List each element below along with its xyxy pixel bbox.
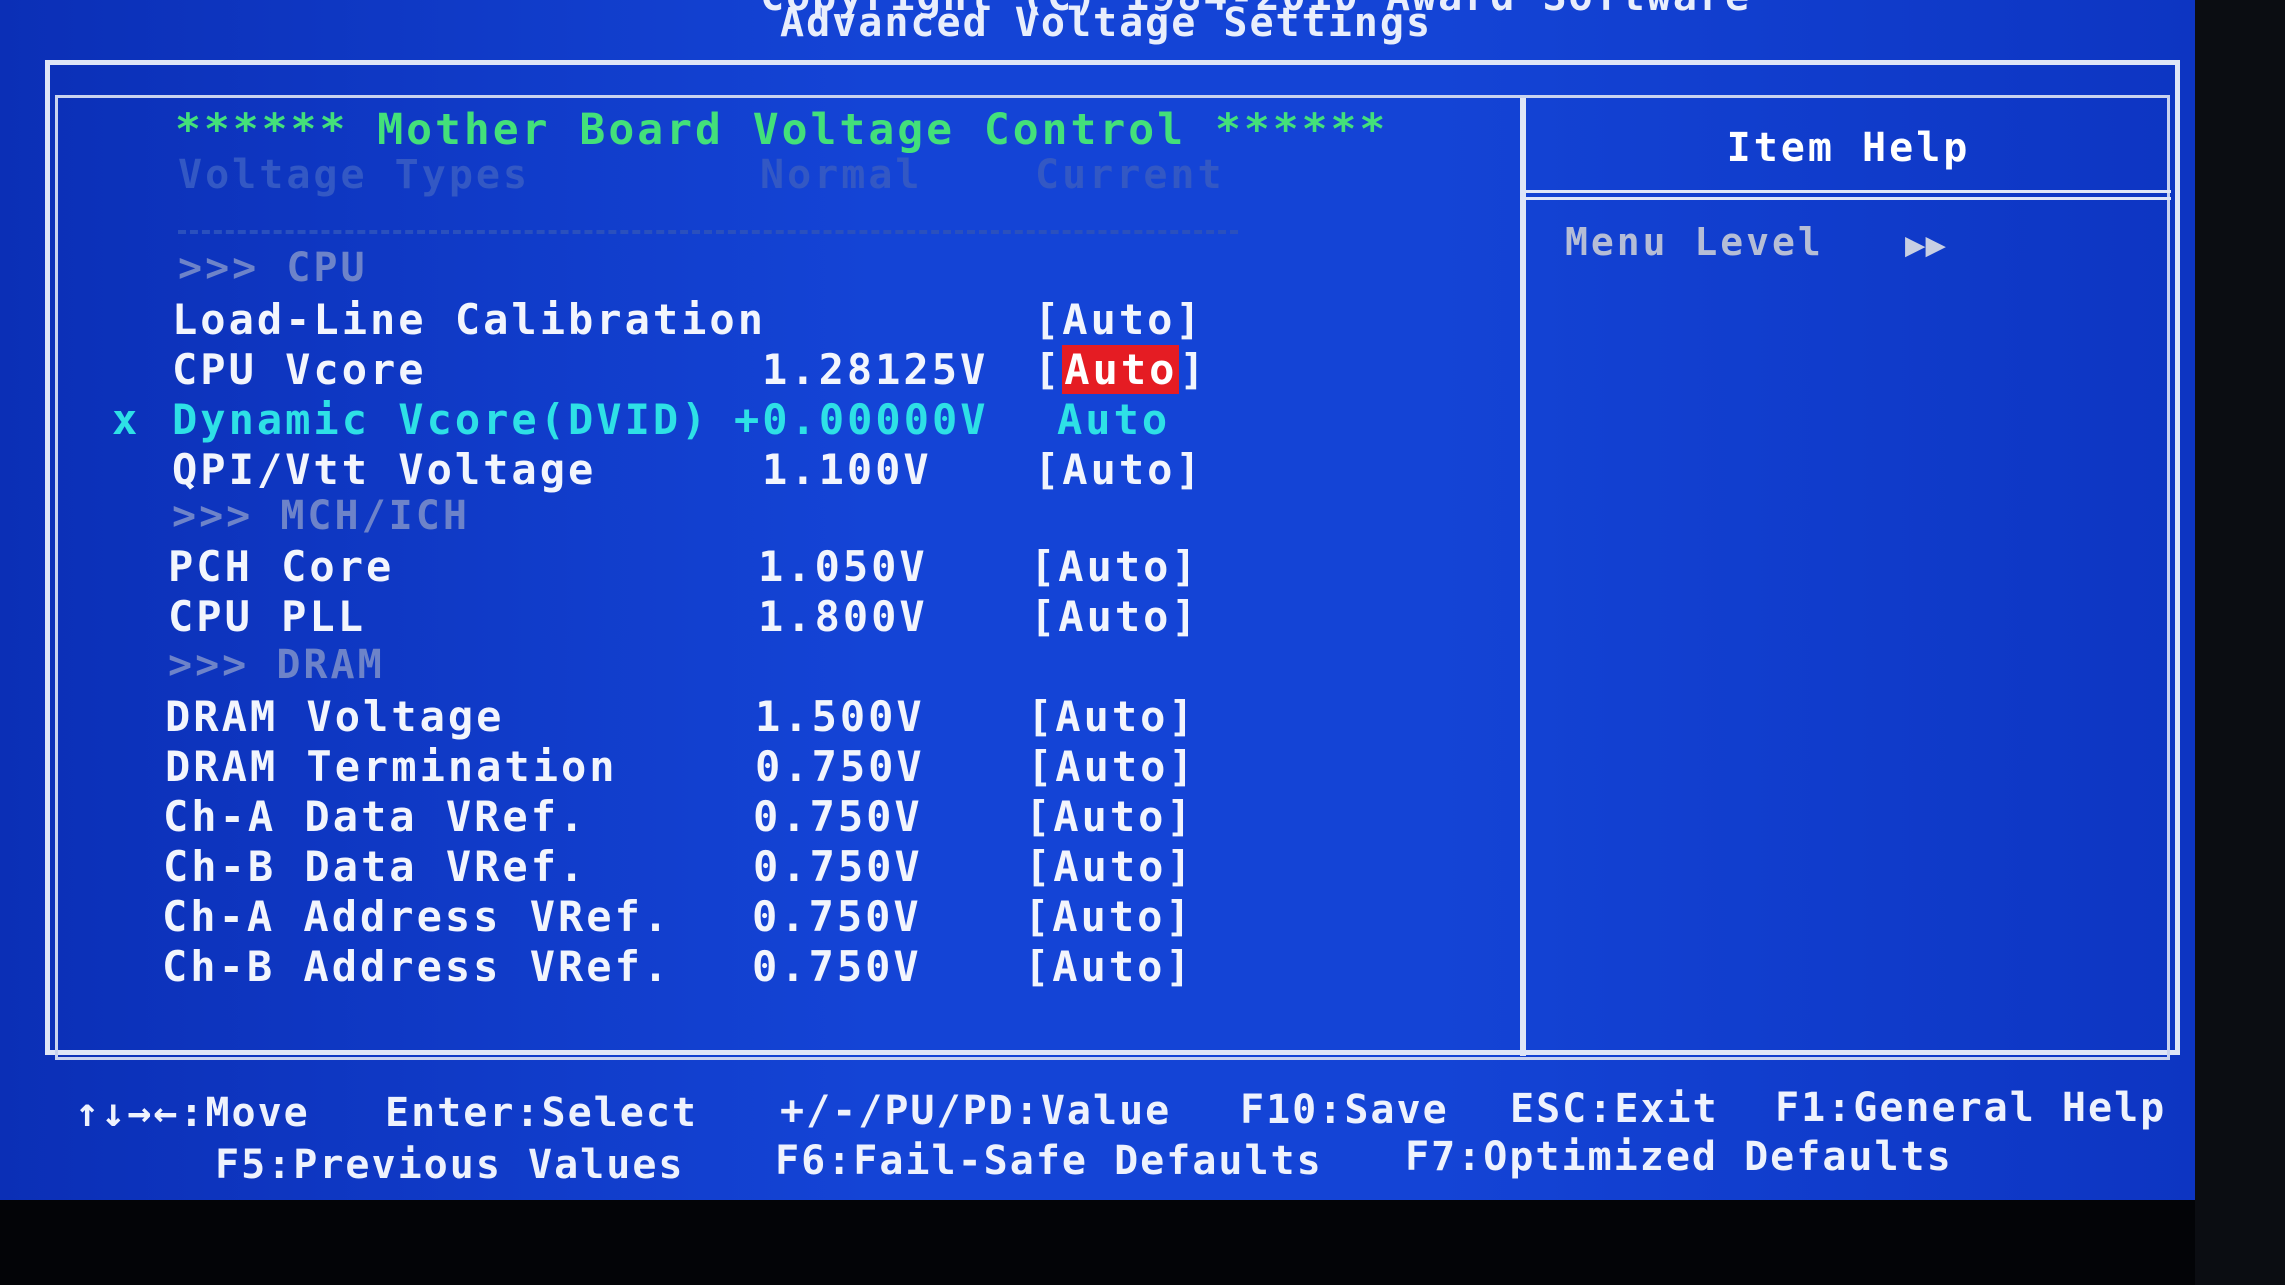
setting-label: Dynamic Vcore(DVID) bbox=[172, 395, 710, 444]
selected-value-highlight[interactable]: Auto bbox=[1062, 345, 1180, 394]
setting-normal: 1.050V bbox=[758, 542, 928, 591]
monitor-bezel-right bbox=[2195, 0, 2285, 1285]
monitor-bezel-bottom bbox=[0, 1200, 2285, 1285]
setting-normal: +0.00000V bbox=[734, 395, 989, 444]
setting-normal: 0.750V bbox=[755, 742, 925, 791]
setting-label: CPU Vcore bbox=[172, 345, 427, 394]
setting-label: Ch-A Data VRef. bbox=[163, 792, 588, 841]
setting-label: Load-Line Calibration bbox=[172, 295, 767, 344]
setting-label: Ch-A Address VRef. bbox=[162, 892, 672, 941]
footer-value: +/-/PU/PD:Value bbox=[780, 1088, 1172, 1134]
setting-label: DRAM Termination bbox=[165, 742, 618, 791]
header-separator bbox=[178, 230, 1238, 234]
header-normal: Normal bbox=[760, 152, 923, 198]
menu-level-label: Menu Level bbox=[1565, 220, 1824, 264]
setting-current[interactable]: [Auto] bbox=[1024, 892, 1194, 941]
footer-previous-values: F5:Previous Values bbox=[215, 1142, 685, 1188]
header-current: Current bbox=[1035, 152, 1225, 198]
setting-normal: 0.750V bbox=[752, 942, 922, 991]
setting-current[interactable]: [Auto] bbox=[1034, 295, 1204, 344]
setting-normal: 0.750V bbox=[753, 842, 923, 891]
help-divider bbox=[1520, 98, 1526, 1056]
disabled-x-icon: x bbox=[112, 395, 141, 444]
item-help-title: Item Help bbox=[1726, 125, 1971, 171]
setting-normal: 0.750V bbox=[753, 792, 923, 841]
footer-fail-safe: F6:Fail-Safe Defaults bbox=[775, 1138, 1323, 1184]
setting-current[interactable]: [Auto] bbox=[1024, 942, 1194, 991]
group-dram: >>> DRAM bbox=[168, 642, 385, 688]
footer-optimized: F7:Optimized Defaults bbox=[1405, 1134, 1953, 1180]
bracket-close: ] bbox=[1179, 345, 1208, 394]
setting-current[interactable]: [Auto] bbox=[1027, 742, 1197, 791]
setting-label: Ch-B Data VRef. bbox=[163, 842, 588, 891]
setting-label: PCH Core bbox=[168, 542, 395, 591]
section-title: ****** Mother Board Voltage Control ****… bbox=[175, 105, 1389, 155]
setting-current[interactable]: [Auto] bbox=[1027, 692, 1197, 741]
footer-help: F1:General Help bbox=[1775, 1085, 2167, 1131]
setting-current[interactable]: [Auto] bbox=[1030, 542, 1200, 591]
footer-select: Enter:Select bbox=[385, 1090, 698, 1136]
footer-exit: ESC:Exit bbox=[1510, 1086, 1719, 1132]
setting-current[interactable]: [Auto] bbox=[1025, 792, 1195, 841]
setting-current[interactable]: [Auto] bbox=[1025, 842, 1195, 891]
group-mch-ich: >>> MCH/ICH bbox=[172, 493, 470, 539]
header-voltage-types: Voltage Types bbox=[178, 152, 531, 198]
setting-normal: 1.100V bbox=[762, 445, 932, 494]
setting-normal: 1.500V bbox=[755, 692, 925, 741]
setting-current[interactable]: [Auto] bbox=[1034, 445, 1204, 494]
group-cpu: >>> CPU bbox=[178, 245, 368, 291]
bracket-open: [ bbox=[1034, 345, 1063, 394]
footer-move: ↑↓→←:Move bbox=[75, 1090, 310, 1136]
setting-label: Ch-B Address VRef. bbox=[162, 942, 672, 991]
bios-screen: Copyright (C) 1984-2010 Award Software A… bbox=[0, 0, 2195, 1200]
setting-label: CPU PLL bbox=[168, 592, 367, 641]
setting-current: Auto bbox=[1057, 395, 1171, 444]
setting-label: DRAM Voltage bbox=[165, 692, 505, 741]
footer-save: F10:Save bbox=[1240, 1087, 1449, 1133]
page-title: Advanced Voltage Settings bbox=[780, 0, 1433, 46]
setting-normal: 0.750V bbox=[752, 892, 922, 941]
setting-normal: 1.800V bbox=[758, 592, 928, 641]
menu-level-arrows-icon: ▶▶ bbox=[1905, 225, 1946, 265]
help-separator bbox=[1526, 190, 2171, 200]
setting-normal: 1.28125V bbox=[762, 345, 989, 394]
setting-current[interactable]: [Auto] bbox=[1034, 345, 1208, 394]
setting-current[interactable]: [Auto] bbox=[1030, 592, 1200, 641]
setting-label: QPI/Vtt Voltage bbox=[172, 445, 597, 494]
